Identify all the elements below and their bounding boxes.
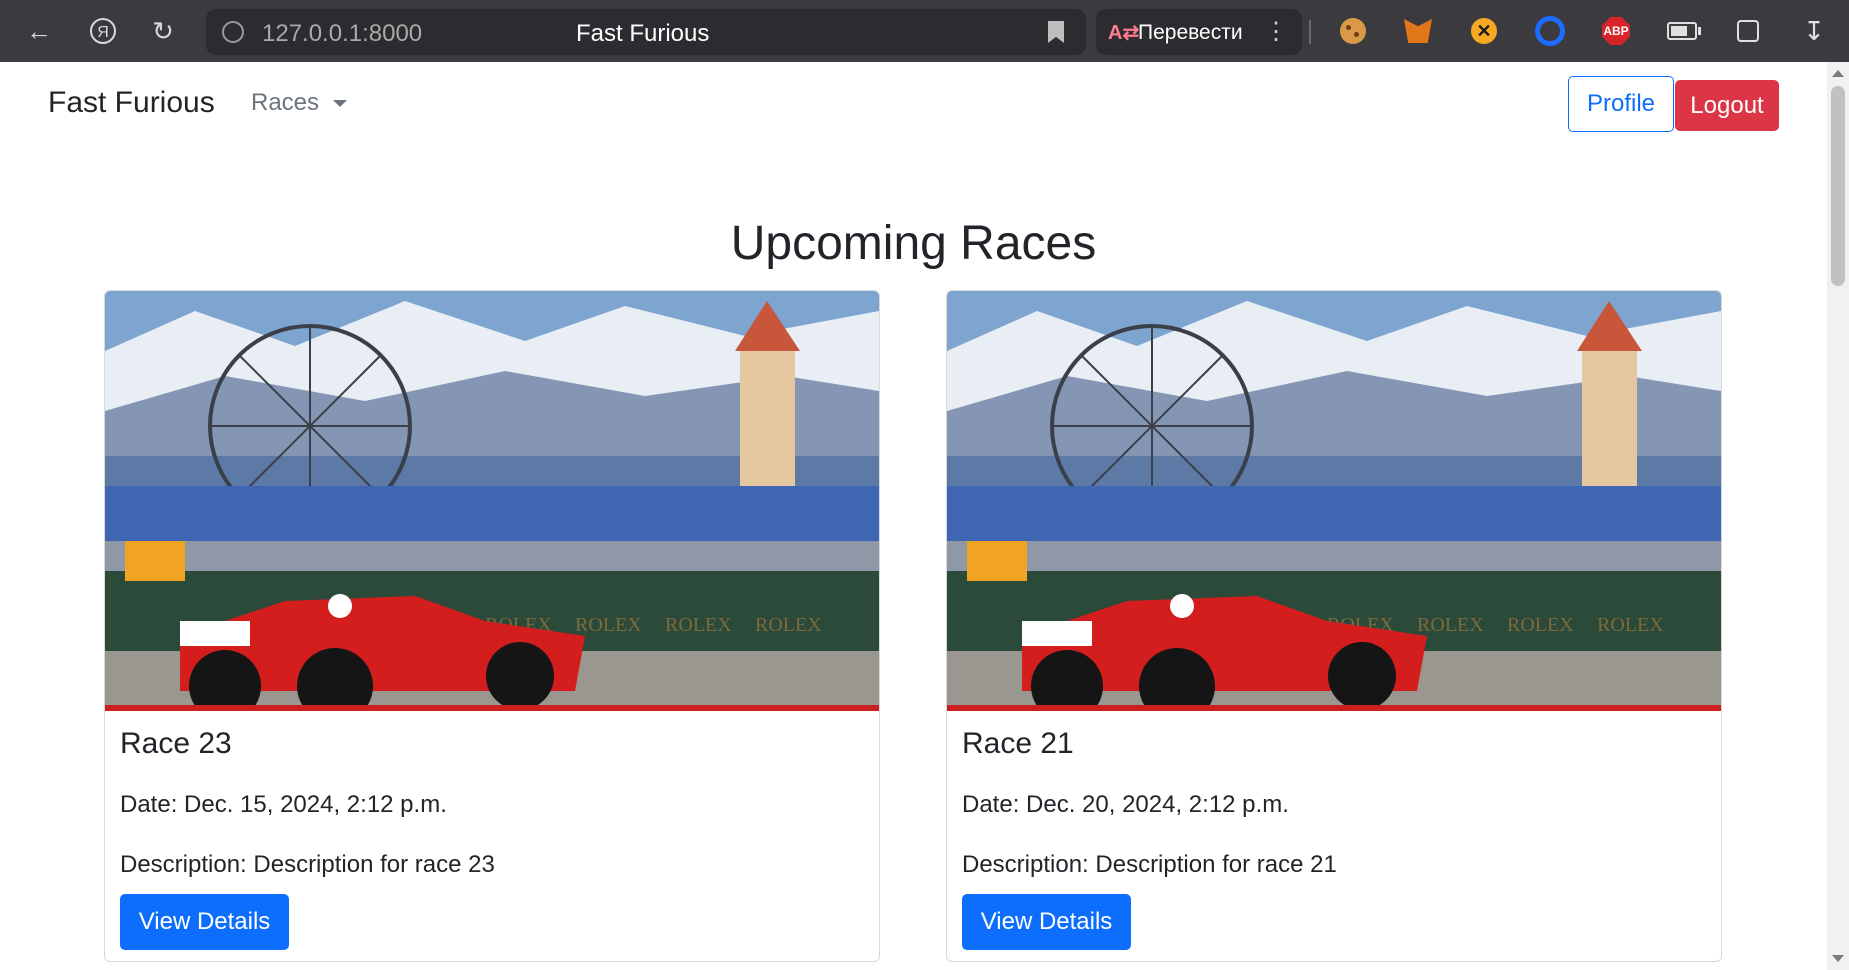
- section-title: Upcoming Races: [730, 217, 1097, 270]
- puzzle-icon[interactable]: [1733, 16, 1763, 46]
- race-description: Description: Description for race 21: [962, 851, 1337, 878]
- scrollbar-thumb[interactable]: [1831, 86, 1845, 286]
- page-title-in-omnibox: Fast Furious: [576, 20, 710, 47]
- bookmark-icon[interactable]: [1048, 21, 1064, 43]
- svg-text:ROLEX: ROLEX: [575, 614, 642, 636]
- translate-label: Перевести: [1138, 21, 1243, 44]
- blue-ring-icon[interactable]: [1535, 16, 1565, 46]
- view-details-button[interactable]: View Details: [120, 894, 289, 950]
- svg-text:ROLEX: ROLEX: [755, 614, 822, 636]
- address-bar[interactable]: 127.0.0.1:8000 Fast Furious: [206, 9, 1086, 55]
- svg-text:ROLEX: ROLEX: [1507, 614, 1574, 636]
- race-photo: ROLEXROLEXROLEX ROLEXROLEX: [947, 291, 1721, 711]
- svg-text:Я: Я: [97, 24, 109, 41]
- adblock-plus-icon[interactable]: ABP: [1601, 16, 1631, 46]
- profile-button[interactable]: Profile: [1568, 76, 1674, 132]
- race-card: ROLEXROLEXROLEX ROLEXROLEX Race 23 Date:…: [104, 290, 880, 962]
- races-dropdown-label: Races: [251, 89, 320, 116]
- battery-icon[interactable]: [1667, 16, 1701, 46]
- download-icon[interactable]: ↧: [1799, 16, 1829, 46]
- yandex-home-icon[interactable]: Я: [88, 16, 118, 46]
- view-details-button[interactable]: View Details: [962, 894, 1131, 950]
- back-arrow-icon[interactable]: ←: [24, 16, 54, 46]
- x-circle-icon[interactable]: ✕: [1469, 16, 1499, 46]
- race-photo: ROLEXROLEXROLEX ROLEXROLEX: [105, 291, 879, 711]
- scroll-down-arrow-icon[interactable]: [1832, 955, 1844, 962]
- svg-text:ROLEX: ROLEX: [1417, 614, 1484, 636]
- cookie-icon[interactable]: [1338, 16, 1368, 46]
- translate-button[interactable]: A⇄ Перевести ⋮: [1096, 9, 1302, 55]
- caret-down-icon: [333, 99, 348, 107]
- url-text[interactable]: 127.0.0.1:8000: [262, 20, 422, 48]
- race-title: Race 21: [962, 727, 1074, 760]
- reload-icon[interactable]: ↻: [148, 16, 178, 46]
- race-date: Date: Dec. 15, 2024, 2:12 p.m.: [120, 791, 447, 818]
- race-description: Description: Description for race 23: [120, 851, 495, 878]
- race-title: Race 23: [120, 727, 232, 760]
- more-vertical-icon[interactable]: ⋮: [1264, 17, 1288, 46]
- svg-text:ROLEX: ROLEX: [665, 614, 732, 636]
- logout-button[interactable]: Logout: [1675, 80, 1779, 131]
- navbar-brand[interactable]: Fast Furious: [48, 86, 215, 120]
- metamask-fox-icon[interactable]: [1403, 16, 1433, 46]
- toolbar-divider: [1309, 20, 1311, 44]
- race-card: ROLEXROLEXROLEX ROLEXROLEX Race 21 Date:…: [946, 290, 1722, 962]
- svg-text:ROLEX: ROLEX: [1597, 614, 1664, 636]
- browser-toolbar: ← Я ↻ 127.0.0.1:8000 Fast Furious A⇄ Пер…: [0, 0, 1849, 62]
- races-dropdown[interactable]: Races: [251, 89, 348, 117]
- page-scrollbar[interactable]: [1827, 62, 1849, 970]
- race-date: Date: Dec. 20, 2024, 2:12 p.m.: [962, 791, 1289, 818]
- page-content: Fast Furious Races Profile Logout Upcomi…: [0, 62, 1827, 970]
- site-info-icon[interactable]: [222, 21, 244, 43]
- translate-icon: A⇄: [1108, 22, 1140, 44]
- scroll-up-arrow-icon[interactable]: [1832, 70, 1844, 77]
